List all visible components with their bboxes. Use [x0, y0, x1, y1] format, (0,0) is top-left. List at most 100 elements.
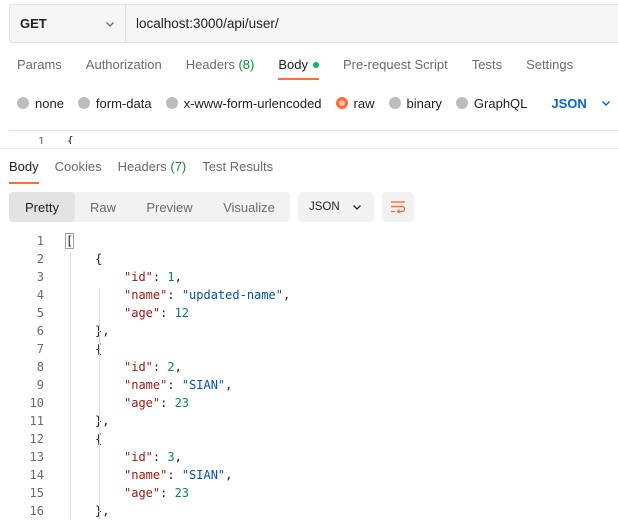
- json-number: 23: [174, 396, 190, 410]
- json-string: "SIAN": [181, 378, 226, 392]
- response-tab-cookies[interactable]: Cookies: [55, 159, 102, 179]
- code-text: "id": 2,: [124, 358, 182, 376]
- indent-guide: [99, 288, 100, 520]
- line-number: 3: [36, 270, 44, 284]
- response-format-select[interactable]: JSON: [298, 192, 374, 222]
- radio-none[interactable]: none: [17, 96, 64, 111]
- body-language-select[interactable]: JSON: [551, 96, 610, 111]
- line-number: 10: [29, 396, 44, 410]
- request-body-editor[interactable]: 1 {: [9, 130, 618, 144]
- code-text: },: [95, 412, 109, 430]
- headers-count: (8): [238, 57, 255, 72]
- tab-authorization[interactable]: Authorization: [86, 57, 162, 72]
- view-raw-button[interactable]: Raw: [75, 192, 131, 222]
- code-text: {: [95, 250, 102, 268]
- view-preview-button[interactable]: Preview: [131, 192, 208, 222]
- code-line: 13 "id": 3,: [0, 448, 618, 466]
- radio-checked-icon: [335, 97, 348, 109]
- view-visualize-button[interactable]: Visualize: [208, 192, 290, 222]
- radio-label: form-data: [95, 95, 152, 111]
- tab-label: Authorization: [85, 57, 162, 72]
- code-line: 12{: [0, 430, 618, 448]
- request-url-bar: GET localhost:3000/api/user/: [9, 4, 618, 43]
- indent-guide: [70, 252, 71, 520]
- json-string: "SIAN": [181, 468, 226, 482]
- json-key: "id": [124, 450, 153, 464]
- radio-x-www-form-urlencoded[interactable]: x-www-form-urlencoded: [165, 96, 322, 111]
- line-number: 6: [36, 324, 44, 338]
- json-punctuation: },: [95, 504, 110, 518]
- code-line: 7{: [0, 340, 618, 358]
- json-punctuation: :: [152, 270, 168, 284]
- json-key: "id": [124, 270, 153, 284]
- view-label: Visualize: [223, 199, 275, 215]
- radio-icon: [17, 97, 29, 109]
- json-punctuation: ,: [174, 450, 182, 464]
- tab-settings[interactable]: Settings: [526, 57, 573, 72]
- json-key: "name": [124, 378, 168, 392]
- tab-headers[interactable]: Headers (8): [186, 57, 255, 72]
- body-language-label: JSON: [551, 95, 587, 111]
- code-line: 5 "age": 12: [0, 304, 618, 322]
- headers-count: (7): [170, 159, 187, 174]
- line-number: 5: [36, 306, 44, 320]
- tab-label: Params: [17, 57, 62, 72]
- radio-label: GraphQL: [473, 95, 528, 111]
- chevron-down-icon: [106, 21, 114, 27]
- line-number: 8: [36, 360, 44, 374]
- json-punctuation: :: [160, 486, 175, 500]
- radio-label: binary: [406, 95, 442, 111]
- view-pretty-button[interactable]: Pretty: [9, 192, 75, 222]
- response-body-code[interactable]: 1[2{3 "id": 1, 4 "name": "updated-name", 5 "a…: [0, 232, 618, 520]
- json-punctuation: :: [167, 378, 182, 392]
- json-key: "age": [124, 396, 161, 410]
- code-text: },: [95, 322, 109, 340]
- code-line: 6},: [0, 322, 618, 340]
- url-input[interactable]: localhost:3000/api/user/: [126, 5, 279, 42]
- code-line: 11},: [0, 412, 618, 430]
- tab-label: Pre-request Script: [342, 57, 448, 72]
- code-text: },: [95, 502, 109, 520]
- line-number: 7: [36, 342, 44, 356]
- request-tabs: Params Authorization Headers (8) Body Pr…: [17, 57, 597, 80]
- line-number: 14: [29, 468, 44, 482]
- response-tab-body[interactable]: Body: [9, 159, 39, 184]
- method-select[interactable]: GET: [10, 5, 126, 42]
- tab-tests[interactable]: Tests: [472, 57, 502, 72]
- radio-binary[interactable]: binary: [388, 95, 442, 111]
- response-tab-headers[interactable]: Headers (7): [118, 159, 187, 179]
- code-text: "id": 3,: [124, 448, 182, 466]
- json-punctuation: [: [64, 233, 75, 249]
- view-label: Raw: [89, 199, 116, 215]
- json-punctuation: ,: [174, 360, 182, 374]
- code-text: [: [64, 232, 75, 250]
- wrap-lines-button[interactable]: [382, 192, 414, 222]
- tab-label: Settings: [526, 57, 574, 72]
- json-punctuation: {: [95, 252, 103, 266]
- radio-graphql[interactable]: GraphQL: [455, 95, 528, 111]
- radio-form-data[interactable]: form-data: [77, 95, 152, 111]
- url-text: localhost:3000/api/user/: [136, 16, 279, 31]
- response-tab-test-results[interactable]: Test Results: [202, 159, 273, 179]
- json-punctuation: ,: [282, 288, 291, 302]
- json-number: 3: [167, 450, 175, 464]
- json-punctuation: },: [95, 324, 110, 338]
- radio-raw[interactable]: raw: [335, 95, 375, 111]
- json-punctuation: ,: [225, 468, 233, 482]
- view-label: Pretty: [25, 199, 59, 215]
- json-key: "age": [124, 486, 161, 500]
- json-number: 23: [174, 486, 190, 500]
- tab-params[interactable]: Params: [17, 57, 62, 72]
- line-number: 12: [29, 432, 44, 446]
- method-label: GET: [20, 16, 47, 31]
- radio-icon: [455, 97, 468, 109]
- line-number: 15: [29, 486, 44, 500]
- tab-body[interactable]: Body: [278, 57, 319, 80]
- modified-dot-icon: [312, 61, 319, 68]
- line-number: 11: [29, 414, 44, 428]
- code-line: 4 "name": "updated-name",: [0, 286, 618, 304]
- line-number: 16: [29, 504, 44, 518]
- panel-divider[interactable]: [0, 148, 618, 149]
- radio-label: raw: [353, 95, 375, 111]
- tab-pre-request-script[interactable]: Pre-request Script: [343, 57, 448, 72]
